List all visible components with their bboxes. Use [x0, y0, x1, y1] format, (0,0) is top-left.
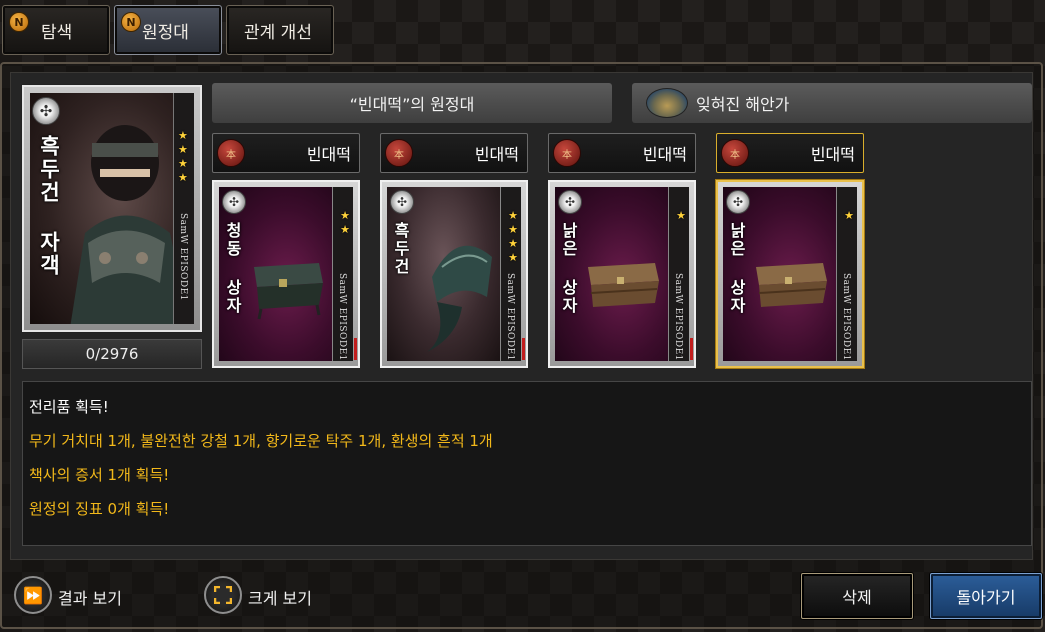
member-card[interactable]: ✣ 낡은 상자 SamW EPISODE1 ★	[548, 180, 696, 368]
jade-seal-icon: 本	[721, 139, 749, 167]
certificate-message: 책사의 증서 1개 획득!	[29, 466, 170, 484]
zoom-button[interactable]	[204, 576, 242, 614]
delete-button[interactable]: 삭제	[801, 573, 913, 619]
card-name: 낡은 상자	[559, 222, 578, 315]
tab-expedition[interactable]: N 원정대	[114, 5, 222, 55]
member-header: 本 빈대떡	[380, 133, 528, 173]
jade-seal-icon: 本	[217, 139, 245, 167]
faction-emblem-icon: ✣	[390, 190, 414, 214]
member-card-selected[interactable]: ✣ 낡은 상자 SamW EPISODE1 ★	[716, 180, 864, 368]
token-message: 원정의 징표 0개 획득!	[29, 500, 170, 518]
member-owner: 빈대떡	[474, 145, 519, 164]
member-owner: 빈대떡	[642, 145, 687, 164]
zoom-label[interactable]: 크게 보기	[248, 585, 312, 609]
new-badge-icon: N	[9, 12, 29, 32]
jade-seal-icon: 本	[385, 139, 413, 167]
tab-expedition-label: 원정대	[142, 22, 189, 43]
card-name: 낡은 상자	[727, 222, 746, 315]
star-rating-icon: ★	[844, 209, 854, 222]
card-series: SamW EPISODE1	[337, 273, 347, 361]
card-series: SamW EPISODE1	[673, 273, 683, 361]
card-series: SamW EPISODE1	[841, 273, 851, 361]
loot-heading: 전리품 획득!	[29, 398, 109, 416]
rarity-marker	[354, 338, 357, 360]
jade-seal-icon: 本	[553, 139, 581, 167]
hero-card[interactable]: ✣ 흑두건 자객 ★ ★ ★ ★ SamW EPISODE1	[22, 85, 202, 332]
member-card[interactable]: ✣ 청동 상자 SamW EPISODE1 ★ ★	[212, 180, 360, 368]
tab-relationship[interactable]: 관계 개선	[226, 5, 334, 55]
member-card[interactable]: ✣ 흑두건 SamW EPISODE1 ★ ★ ★ ★	[380, 180, 528, 368]
member-owner: 빈대떡	[306, 145, 351, 164]
card-series: SamW EPISODE1	[505, 273, 515, 361]
tab-explore-label: 탐색	[41, 22, 73, 43]
expedition-title: “빈대떡”의 원정대	[349, 95, 475, 114]
star-rating-icon: ★ ★ ★ ★	[508, 209, 518, 264]
region-bar: 잊혀진 해안가	[632, 83, 1032, 123]
faction-emblem-icon: ✣	[558, 190, 582, 214]
member-header: 本 빈대떡	[548, 133, 696, 173]
view-result-button[interactable]: ⏩	[14, 576, 52, 614]
hero-card-count: 0/2976	[22, 339, 202, 369]
faction-emblem-icon: ✣	[222, 190, 246, 214]
coast-landscape-icon	[646, 88, 688, 118]
expand-icon	[214, 586, 232, 604]
rarity-marker	[522, 338, 525, 360]
region-name: 잊혀진 해안가	[696, 95, 790, 114]
rarity-marker	[690, 338, 693, 360]
back-button[interactable]: 돌아가기	[930, 573, 1042, 619]
card-name: 흑두건	[391, 222, 410, 276]
faction-emblem-icon: ✣	[726, 190, 750, 214]
new-badge-icon: N	[121, 12, 141, 32]
loot-items: 무기 거치대 1개, 불완전한 강철 1개, 향기로운 탁주 1개, 환생의 흔…	[29, 432, 493, 450]
card-name: 청동 상자	[223, 222, 242, 315]
expedition-title-bar: “빈대떡”의 원정대	[212, 83, 612, 123]
member-owner: 빈대떡	[810, 145, 855, 164]
tab-explore[interactable]: N 탐색	[2, 5, 110, 55]
hero-card-strip: ★ ★ ★ ★ SamW EPISODE1	[173, 93, 194, 324]
hero-card-series: SamW EPISODE1	[178, 213, 188, 301]
star-rating-icon: ★	[676, 209, 686, 222]
faction-emblem-icon: ✣	[32, 97, 60, 125]
star-rating-icon: ★ ★ ★ ★	[178, 129, 188, 184]
view-result-label[interactable]: 결과 보기	[58, 585, 122, 609]
result-message-box: 전리품 획득! 무기 거치대 1개, 불완전한 강철 1개, 향기로운 탁주 1…	[22, 381, 1032, 546]
tab-relationship-label: 관계 개선	[244, 22, 312, 43]
member-header: 本 빈대떡	[716, 133, 864, 173]
fast-forward-icon: ⏩	[23, 585, 43, 605]
member-header: 本 빈대떡	[212, 133, 360, 173]
star-rating-icon: ★ ★	[340, 209, 350, 236]
hero-card-name: 흑두건 자객	[37, 135, 62, 277]
